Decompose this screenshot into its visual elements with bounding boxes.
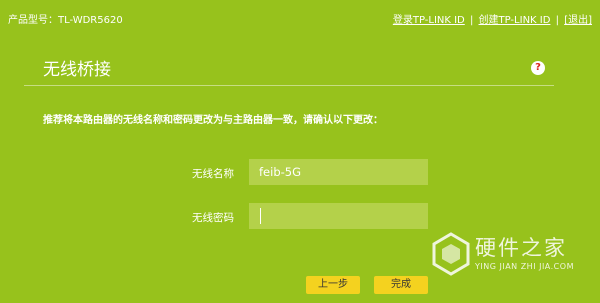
watermark-pinyin: YING JIAN ZHI JIA.COM bbox=[475, 262, 574, 271]
top-bar: 产品型号：TL-WDR5620 登录TP-LINK ID | 创建TP-LINK… bbox=[0, 0, 600, 30]
password-input[interactable] bbox=[249, 203, 428, 229]
watermark-name: 硬件之家 bbox=[475, 236, 567, 260]
title-divider bbox=[24, 85, 554, 86]
login-tplink-id-link[interactable]: 登录TP-LINK ID bbox=[393, 15, 465, 26]
link-separator: | bbox=[469, 15, 474, 26]
link-separator: | bbox=[555, 15, 559, 26]
account-links: 登录TP-LINK ID | 创建TP-LINK ID | [退出] bbox=[393, 11, 592, 26]
watermark: 硬件之家 YING JIAN ZHI JIA.COM bbox=[431, 232, 591, 282]
help-icon[interactable]: ? bbox=[531, 61, 545, 75]
password-label: 无线密码 bbox=[192, 212, 234, 224]
finish-button[interactable]: 完成 bbox=[374, 276, 428, 294]
page-title: 无线桥接 bbox=[43, 60, 111, 80]
instruction-text: 推荐将本路由器的无线名称和密码更改为与主路由器一致，请确认以下更改： bbox=[43, 115, 383, 126]
watermark-logo-icon bbox=[432, 232, 470, 276]
create-tplink-id-link[interactable]: 创建TP-LINK ID bbox=[479, 15, 551, 26]
product-model: 产品型号：TL-WDR5620 bbox=[8, 15, 123, 26]
text-cursor bbox=[260, 208, 261, 224]
ssid-input[interactable] bbox=[249, 159, 428, 185]
previous-step-button[interactable]: 上一步 bbox=[306, 276, 360, 294]
ssid-label: 无线名称 bbox=[192, 168, 234, 180]
logout-link[interactable]: [退出] bbox=[564, 15, 592, 26]
